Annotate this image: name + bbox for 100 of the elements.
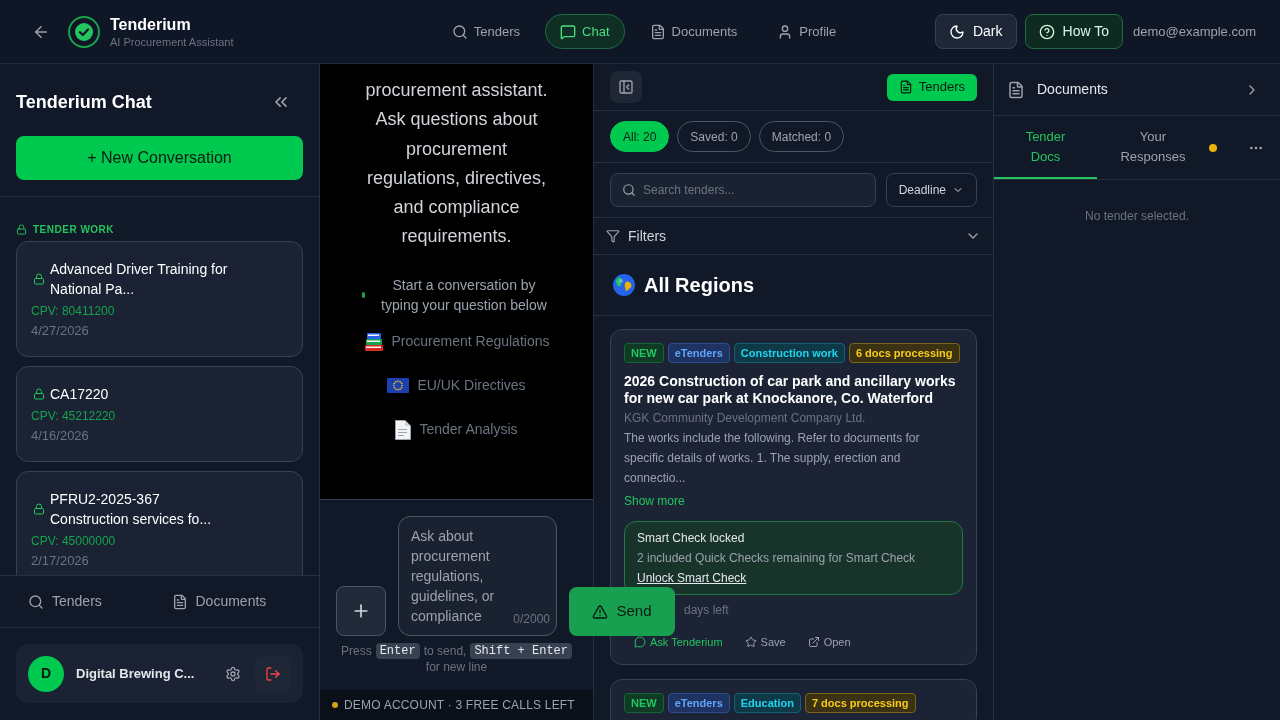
panel-title: Documents bbox=[1037, 80, 1108, 99]
globe-icon bbox=[612, 273, 636, 297]
unlock-link[interactable]: Unlock Smart Check bbox=[637, 568, 747, 588]
hint-text: to send, bbox=[423, 643, 467, 659]
conversation-date: 2/17/2026 bbox=[31, 553, 90, 569]
open-button[interactable]: Open bbox=[799, 635, 859, 649]
sort-dropdown[interactable]: Deadline bbox=[885, 173, 977, 207]
user-email: demo@example.com bbox=[1132, 22, 1256, 41]
sidebar-panel-icon bbox=[618, 79, 634, 95]
deadline-text: days left bbox=[684, 602, 729, 618]
lock-icon bbox=[33, 388, 45, 400]
key-hint: Shift + Enter bbox=[470, 643, 572, 659]
filter-pill[interactable]: All: 20 bbox=[610, 121, 670, 152]
topic-suggestion[interactable]: Procurement Regulations bbox=[391, 331, 550, 353]
document-icon bbox=[171, 593, 188, 610]
filters-toggle[interactable]: Filters bbox=[628, 225, 667, 247]
smart-check-text: 2 included Quick Checks remaining for Smart Check bbox=[637, 550, 917, 567]
processing-badge: 6 docs processing bbox=[848, 343, 960, 363]
search-field[interactable]: Search tenders... bbox=[610, 173, 876, 207]
document-icon bbox=[898, 80, 913, 94]
user-avatar: D bbox=[28, 655, 64, 692]
document-icon bbox=[1007, 80, 1025, 99]
how-to-button[interactable]: How To bbox=[1024, 14, 1123, 49]
section-label: TENDER WORK bbox=[33, 222, 115, 237]
conversation-title: CA17220 bbox=[50, 385, 109, 404]
app-title: Tenderium bbox=[110, 14, 192, 35]
document-tab[interactable]: Tender Docs bbox=[994, 116, 1097, 179]
typing-indicator-icon bbox=[361, 291, 365, 298]
send-button[interactable]: Send bbox=[569, 587, 675, 636]
hint-text: Press bbox=[341, 643, 372, 659]
settings-icon[interactable] bbox=[225, 665, 241, 682]
warning-icon bbox=[592, 603, 609, 620]
nav-tab[interactable]: Chat bbox=[545, 14, 625, 49]
conversation-date: 4/27/2026 bbox=[31, 323, 90, 339]
ask-button[interactable]: Ask Tenderium bbox=[626, 635, 731, 649]
topic-suggestion[interactable]: EU/UK Directives bbox=[417, 375, 526, 397]
external-link-icon bbox=[807, 636, 820, 648]
page-icon bbox=[395, 419, 412, 440]
help-icon bbox=[1038, 23, 1055, 40]
empty-state-text: No tender selected. bbox=[1083, 208, 1191, 224]
nav-tab[interactable]: Tenders bbox=[436, 14, 536, 49]
lock-icon bbox=[33, 503, 45, 515]
app-subtitle: AI Procurement Assistant bbox=[110, 34, 234, 49]
key-hint: Enter bbox=[375, 643, 420, 659]
chat-bubble-icon bbox=[634, 636, 646, 648]
search-icon bbox=[28, 593, 44, 610]
nav-tab[interactable]: Profile bbox=[762, 14, 852, 49]
save-button[interactable]: Save bbox=[736, 635, 794, 649]
new-conversation-button[interactable]: + New Conversation bbox=[16, 136, 303, 180]
panel-toggle-button[interactable] bbox=[610, 71, 642, 103]
lock-icon bbox=[33, 273, 45, 285]
character-count: 0/2000 bbox=[513, 611, 550, 628]
category-tag: Education bbox=[733, 693, 801, 713]
source-tag: eTenders bbox=[667, 693, 730, 713]
cpv-code: CPV: 80411200 bbox=[31, 303, 116, 319]
moon-icon bbox=[948, 23, 965, 40]
sidebar-title: Tenderium Chat bbox=[16, 90, 152, 114]
cpv-code: CPV: 45000000 bbox=[31, 533, 117, 549]
logout-icon bbox=[265, 665, 281, 682]
start-prompt: Start a conversation by typing your question below bbox=[380, 275, 548, 315]
filter-icon bbox=[606, 229, 620, 243]
conversation-title: PFRU2-2025-367 Construction services fo... bbox=[50, 490, 213, 529]
chat-bubble-icon bbox=[560, 23, 577, 40]
new-badge: NEW bbox=[624, 343, 664, 363]
region-heading: All Regions bbox=[644, 273, 754, 298]
topic-suggestion[interactable]: Tender Analysis bbox=[419, 419, 518, 441]
theme-button[interactable]: Dark bbox=[934, 14, 1017, 49]
search-icon bbox=[451, 23, 468, 40]
tenders-button[interactable]: Tenders bbox=[886, 73, 977, 101]
flag-icon bbox=[387, 378, 410, 394]
check-circle-logo-icon bbox=[68, 15, 100, 48]
welcome-text: procurement assistant. Ask questions about procurement regulations, directives, and compliance requirements. bbox=[364, 79, 549, 249]
tender-description: The works include the following. Refer to documents for specific details of works. 1. The supply, erection and connectio... bbox=[624, 430, 921, 487]
sidebar-nav-link[interactable]: Documents bbox=[159, 585, 303, 618]
search-icon bbox=[622, 183, 636, 197]
new-badge: NEW bbox=[624, 693, 664, 713]
lock-icon bbox=[16, 223, 27, 235]
show-more-link[interactable]: Show more bbox=[624, 491, 685, 511]
category-tag: Construction work bbox=[733, 343, 845, 363]
nav-tab[interactable]: Documents bbox=[634, 14, 753, 49]
document-tab[interactable]: Your Responses bbox=[1097, 116, 1209, 179]
conversation-date: 4/16/2026 bbox=[31, 428, 90, 444]
source-tag: eTenders bbox=[667, 343, 730, 363]
conversation-card[interactable]: Advanced Driver Training for National Pa... CPV: 80411200 4/27/2026 bbox=[16, 241, 303, 357]
user-name: Digital Brewing C... bbox=[76, 664, 196, 683]
logout-button[interactable] bbox=[255, 655, 291, 692]
status-text: DEMO ACCOUNT · 3 FREE CALLS LEFT bbox=[344, 697, 575, 714]
star-icon bbox=[744, 636, 757, 648]
conversation-title: Advanced Driver Training for National Pa... bbox=[50, 260, 229, 299]
processing-badge: 7 docs processing bbox=[804, 693, 916, 713]
conversation-card[interactable]: PFRU2-2025-367 Construction services fo... CPV: 45000000 2/17/2026 bbox=[16, 471, 303, 575]
books-icon bbox=[363, 331, 384, 352]
conversation-card[interactable]: CA17220 CPV: 45212220 4/16/2026 bbox=[16, 366, 303, 462]
organisation-name: KGK Community Development Company Ltd. bbox=[624, 410, 867, 426]
hint-text: for new line bbox=[425, 659, 488, 675]
cpv-code: CPV: 45212220 bbox=[31, 408, 117, 424]
tender-title: 2026 Construction of car park and ancillary works for new car park at Knockanore, Co. Waterford bbox=[624, 373, 957, 407]
smart-check-title: Smart Check locked bbox=[637, 530, 746, 547]
document-icon bbox=[649, 23, 666, 40]
sidebar-nav-link[interactable]: Tenders bbox=[16, 585, 160, 618]
